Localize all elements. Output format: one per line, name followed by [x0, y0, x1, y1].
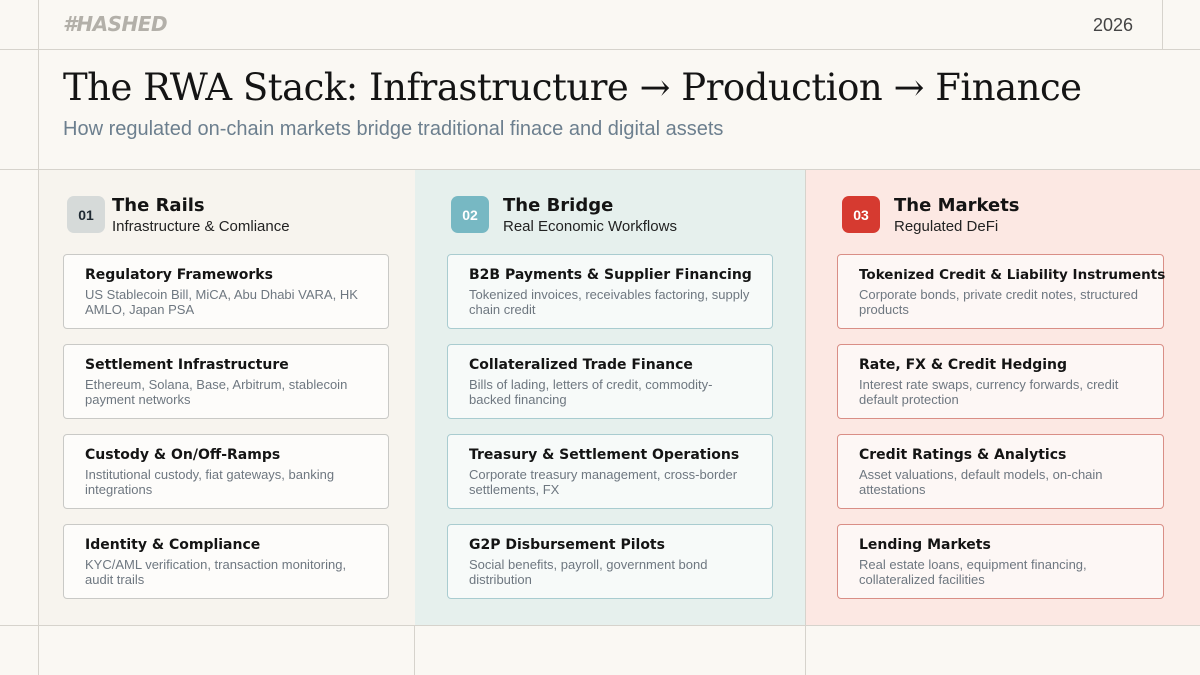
year-label: 2026	[1092, 15, 1133, 35]
column-subtitle: Infrastructure & Comliance	[112, 218, 290, 235]
card-title: Tokenized Credit & Liability Instruments	[859, 267, 1166, 283]
card-hedging: Rate, FX & Credit Hedging Interest rate …	[837, 344, 1164, 419]
column-bridge: 02 The Bridge Real Economic Workflows B2…	[415, 170, 805, 625]
grid-line-top	[0, 49, 1200, 50]
column-title: The Bridge	[503, 195, 614, 216]
card-title: B2B Payments & Supplier Financing	[469, 267, 752, 283]
card-custody-ramps: Custody & On/Off-Ramps Institutional cus…	[63, 434, 389, 509]
column-title: The Markets	[894, 195, 1020, 216]
card-description: Corporate bonds, private credit notes, s…	[859, 287, 1138, 317]
card-title: Identity & Compliance	[85, 537, 261, 553]
card-description: Tokenized invoices, receivables factorin…	[469, 287, 750, 317]
column-header: 03 The Markets Regulated DeFi	[842, 196, 1020, 237]
column-title: The Rails	[112, 195, 205, 216]
card-lending-markets: Lending Markets Real estate loans, equip…	[837, 524, 1164, 599]
card-settlement-infrastructure: Settlement Infrastructure Ethereum, Sola…	[63, 344, 389, 419]
column-header: 01 The Rails Infrastructure & Comliance	[67, 196, 290, 237]
column-rails: 01 The Rails Infrastructure & Comliance …	[39, 170, 415, 625]
grid-line-right-top	[1162, 0, 1163, 50]
column-subtitle: Regulated DeFi	[894, 218, 999, 235]
card-title: Lending Markets	[859, 537, 991, 553]
card-b2b-payments: B2B Payments & Supplier Financing Tokeni…	[447, 254, 773, 329]
card-description: Ethereum, Solana, Base, Arbitrum, stable…	[85, 377, 348, 407]
card-description: Corporate treasury management, cross-bor…	[469, 467, 738, 497]
card-description: Interest rate swaps, currency forwards, …	[859, 377, 1119, 407]
grid-line-bottom	[0, 625, 1200, 626]
card-treasury-settlement: Treasury & Settlement Operations Corpora…	[447, 434, 773, 509]
column-subtitle: Real Economic Workflows	[503, 218, 677, 235]
step-badge: 03	[842, 196, 880, 233]
card-title: Settlement Infrastructure	[85, 357, 289, 373]
card-title: Treasury & Settlement Operations	[469, 447, 740, 463]
card-description: Bills of lading, letters of credit, comm…	[469, 377, 713, 407]
card-title: Regulatory Frameworks	[85, 267, 273, 283]
card-title: Rate, FX & Credit Hedging	[859, 357, 1068, 373]
card-regulatory-frameworks: Regulatory Frameworks US Stablecoin Bill…	[63, 254, 389, 329]
card-description: Social benefits, payroll, government bon…	[469, 557, 708, 587]
card-title: Credit Ratings & Analytics	[859, 447, 1067, 463]
card-description: Asset valuations, default models, on-cha…	[859, 467, 1103, 497]
card-identity-compliance: Identity & Compliance KYC/AML verificati…	[63, 524, 389, 599]
step-badge: 02	[451, 196, 489, 233]
card-description: US Stablecoin Bill, MiCA, Abu Dhabi VARA…	[85, 287, 358, 317]
column-header: 02 The Bridge Real Economic Workflows	[451, 196, 677, 237]
card-trade-finance: Collateralized Trade Finance Bills of la…	[447, 344, 773, 419]
card-credit-ratings: Credit Ratings & Analytics Asset valuati…	[837, 434, 1164, 509]
page-subtitle: How regulated on-chain markets bridge tr…	[63, 118, 724, 140]
card-description: Real estate loans, equipment financing, …	[859, 557, 1087, 587]
card-title: Custody & On/Off-Ramps	[85, 447, 281, 463]
card-tokenized-credit: Tokenized Credit & Liability Instruments…	[837, 254, 1166, 329]
card-description: Institutional custody, fiat gateways, ba…	[85, 467, 335, 497]
page-title: The RWA Stack: Infrastructure → Producti…	[63, 66, 1082, 109]
hashed-logo: #HASHED	[63, 12, 168, 36]
column-markets: 03 The Markets Regulated DeFi Tokenized …	[806, 170, 1200, 625]
card-g2p-disbursement: G2P Disbursement Pilots Social benefits,…	[447, 524, 773, 599]
card-title: G2P Disbursement Pilots	[469, 537, 665, 553]
card-description: KYC/AML verification, transaction monito…	[85, 557, 347, 587]
step-badge: 01	[67, 196, 105, 233]
card-title: Collateralized Trade Finance	[469, 357, 693, 373]
